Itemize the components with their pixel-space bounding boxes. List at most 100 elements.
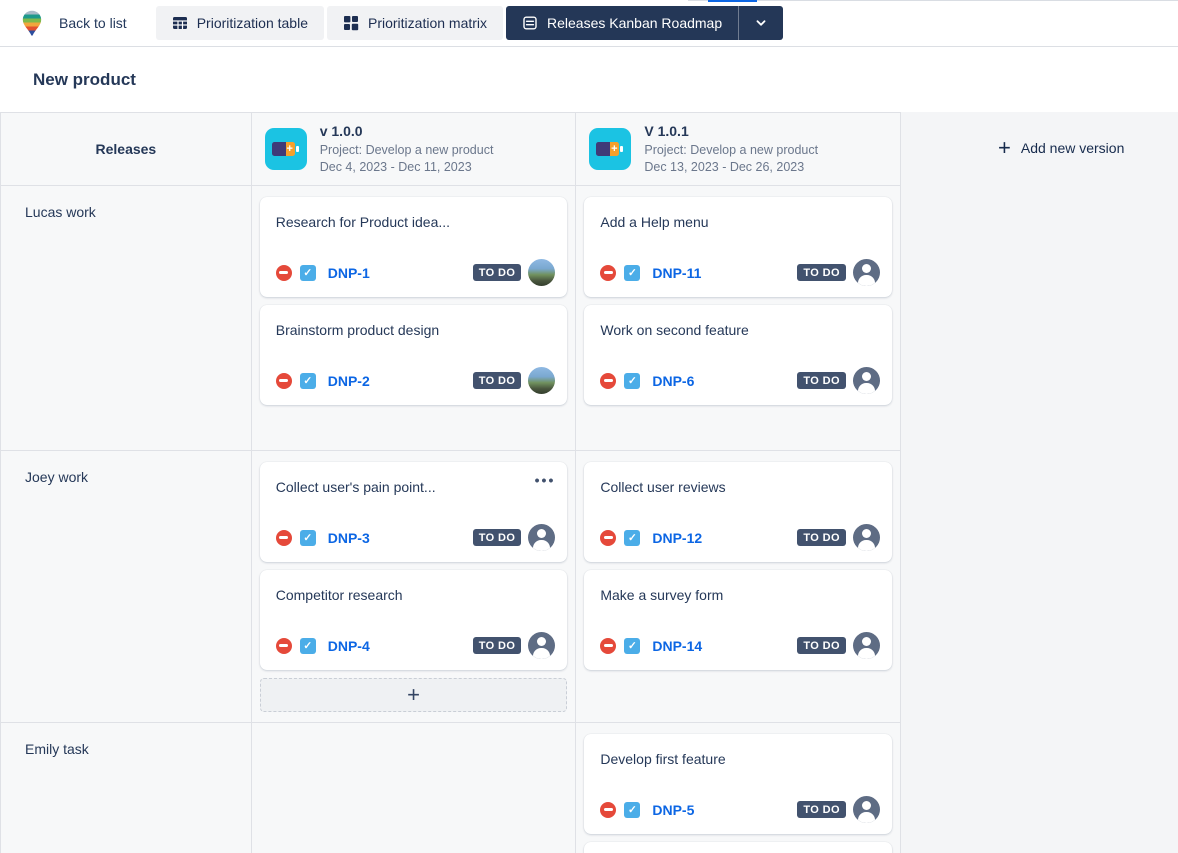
- avatar[interactable]: [853, 524, 880, 551]
- version-cell[interactable]: Collect user's pain point... ••• DNP-3 T…: [251, 451, 576, 722]
- priority-blocker-icon: [600, 265, 616, 281]
- release-version-icon: +: [265, 128, 307, 170]
- board-row: Joey work Collect user's pain point... •…: [1, 450, 900, 722]
- avatar[interactable]: [853, 259, 880, 286]
- version-project: Project: Develop a new product: [644, 142, 818, 159]
- issue-key-link[interactable]: DNP-5: [652, 802, 694, 818]
- avatar[interactable]: [528, 524, 555, 551]
- add-version-button[interactable]: + Add new version: [998, 137, 1124, 159]
- back-to-list-link[interactable]: Back to list: [59, 15, 127, 31]
- kanban-roadmap-icon: [522, 15, 538, 31]
- priority-blocker-icon: [600, 530, 616, 546]
- active-tab-group: Releases Kanban Roadmap: [506, 6, 783, 40]
- status-badge: TO DO: [473, 264, 522, 281]
- priority-blocker-icon: [600, 802, 616, 818]
- tab-prioritization-table[interactable]: Prioritization table: [156, 6, 324, 40]
- card-footer: DNP-5 TO DO: [600, 796, 880, 823]
- releases-corner-label: Releases: [1, 113, 251, 185]
- version-cell[interactable]: Research for Product idea... DNP-1 TO DO…: [251, 186, 576, 450]
- version-header-v101[interactable]: + V 1.0.1 Project: Develop a new product…: [575, 113, 900, 185]
- avatar[interactable]: [528, 632, 555, 659]
- status-badge: TO DO: [797, 637, 846, 654]
- add-version-label: Add new version: [1021, 140, 1125, 156]
- matrix-icon: [343, 15, 359, 31]
- version-info: v 1.0.0 Project: Develop a new product D…: [320, 123, 494, 175]
- issue-card[interactable]: Add a Help menu DNP-11 TO DO: [584, 197, 892, 297]
- tab-label: Prioritization table: [197, 15, 308, 31]
- task-type-icon: [624, 638, 640, 654]
- avatar[interactable]: [528, 367, 555, 394]
- issue-key-link[interactable]: DNP-3: [328, 530, 370, 546]
- release-version-icon: +: [589, 128, 631, 170]
- status-badge: TO DO: [473, 529, 522, 546]
- task-type-icon: [300, 638, 316, 654]
- card-title: Collect user reviews: [600, 479, 876, 495]
- version-cell[interactable]: [251, 723, 576, 853]
- version-cell[interactable]: Develop first feature DNP-5 TO DO: [575, 723, 900, 853]
- issue-card[interactable]: Develop first feature DNP-5 TO DO: [584, 734, 892, 834]
- issue-key-link[interactable]: DNP-14: [652, 638, 702, 654]
- version-name: V 1.0.1: [644, 123, 818, 139]
- board-header-row: Releases + v 1.0.0 Project: Develop a ne…: [1, 112, 900, 185]
- partial-card[interactable]: [584, 842, 892, 853]
- status-badge: TO DO: [797, 801, 846, 818]
- issue-card[interactable]: Collect user's pain point... ••• DNP-3 T…: [260, 462, 568, 562]
- board-row: Lucas work Research for Product idea... …: [1, 185, 900, 450]
- row-label: Emily task: [25, 741, 89, 757]
- issue-key-link[interactable]: DNP-6: [652, 373, 694, 389]
- board-side-panel: + Add new version: [901, 112, 1178, 853]
- issue-key-link[interactable]: DNP-12: [652, 530, 702, 546]
- top-blue-indicator: [708, 0, 757, 2]
- top-bar: Back to list Prioritization table: [0, 0, 1178, 47]
- avatar[interactable]: [528, 259, 555, 286]
- issue-key-link[interactable]: DNP-11: [652, 265, 701, 281]
- task-type-icon: [624, 802, 640, 818]
- tab-releases-kanban-roadmap[interactable]: Releases Kanban Roadmap: [506, 6, 738, 40]
- card-title: Collect user's pain point...: [276, 479, 552, 495]
- issue-key-link[interactable]: DNP-1: [328, 265, 370, 281]
- version-header-v100[interactable]: + v 1.0.0 Project: Develop a new product…: [251, 113, 576, 185]
- issue-card[interactable]: Work on second feature DNP-6 TO DO: [584, 305, 892, 405]
- status-badge: TO DO: [797, 264, 846, 281]
- tab-dropdown-button[interactable]: [738, 6, 783, 40]
- issue-key-link[interactable]: DNP-4: [328, 638, 370, 654]
- card-title: Research for Product idea...: [276, 214, 552, 230]
- priority-blocker-icon: [276, 638, 292, 654]
- tab-prioritization-matrix[interactable]: Prioritization matrix: [327, 6, 503, 40]
- avatar[interactable]: [853, 632, 880, 659]
- issue-card[interactable]: Collect user reviews DNP-12 TO DO: [584, 462, 892, 562]
- card-menu-button[interactable]: •••: [535, 472, 556, 488]
- task-type-icon: [624, 373, 640, 389]
- row-label-cell: Emily task: [1, 723, 251, 853]
- app-screen: Back to list Prioritization table: [0, 0, 1178, 853]
- issue-key-link[interactable]: DNP-2: [328, 373, 370, 389]
- version-name: v 1.0.0: [320, 123, 494, 139]
- add-card-button[interactable]: +: [260, 678, 568, 712]
- avatar[interactable]: [853, 796, 880, 823]
- avatar[interactable]: [853, 367, 880, 394]
- card-title: Competitor research: [276, 587, 552, 603]
- page-title: New product: [33, 70, 136, 90]
- version-cell[interactable]: Collect user reviews DNP-12 TO DO Make a…: [575, 451, 900, 722]
- card-title: Work on second feature: [600, 322, 876, 338]
- priority-blocker-icon: [276, 265, 292, 281]
- version-cell[interactable]: Add a Help menu DNP-11 TO DO Work on sec…: [575, 186, 900, 450]
- issue-card[interactable]: Brainstorm product design DNP-2 TO DO: [260, 305, 568, 405]
- row-label-cell: Lucas work: [1, 186, 251, 450]
- issue-card[interactable]: Make a survey form DNP-14 TO DO: [584, 570, 892, 670]
- card-title: Develop first feature: [600, 751, 876, 767]
- status-badge: TO DO: [473, 637, 522, 654]
- sub-header: New product: [0, 47, 1178, 112]
- card-footer: DNP-14 TO DO: [600, 632, 880, 659]
- priority-blocker-icon: [276, 373, 292, 389]
- tab-label: Releases Kanban Roadmap: [547, 15, 722, 31]
- task-type-icon: [300, 530, 316, 546]
- issue-card[interactable]: Research for Product idea... DNP-1 TO DO: [260, 197, 568, 297]
- card-title: Brainstorm product design: [276, 322, 552, 338]
- board-rows: Lucas work Research for Product idea... …: [1, 185, 900, 853]
- row-label: Lucas work: [25, 204, 96, 220]
- version-project: Project: Develop a new product: [320, 142, 494, 159]
- task-type-icon: [300, 373, 316, 389]
- issue-card[interactable]: Competitor research DNP-4 TO DO: [260, 570, 568, 670]
- chevron-down-icon: [753, 15, 769, 31]
